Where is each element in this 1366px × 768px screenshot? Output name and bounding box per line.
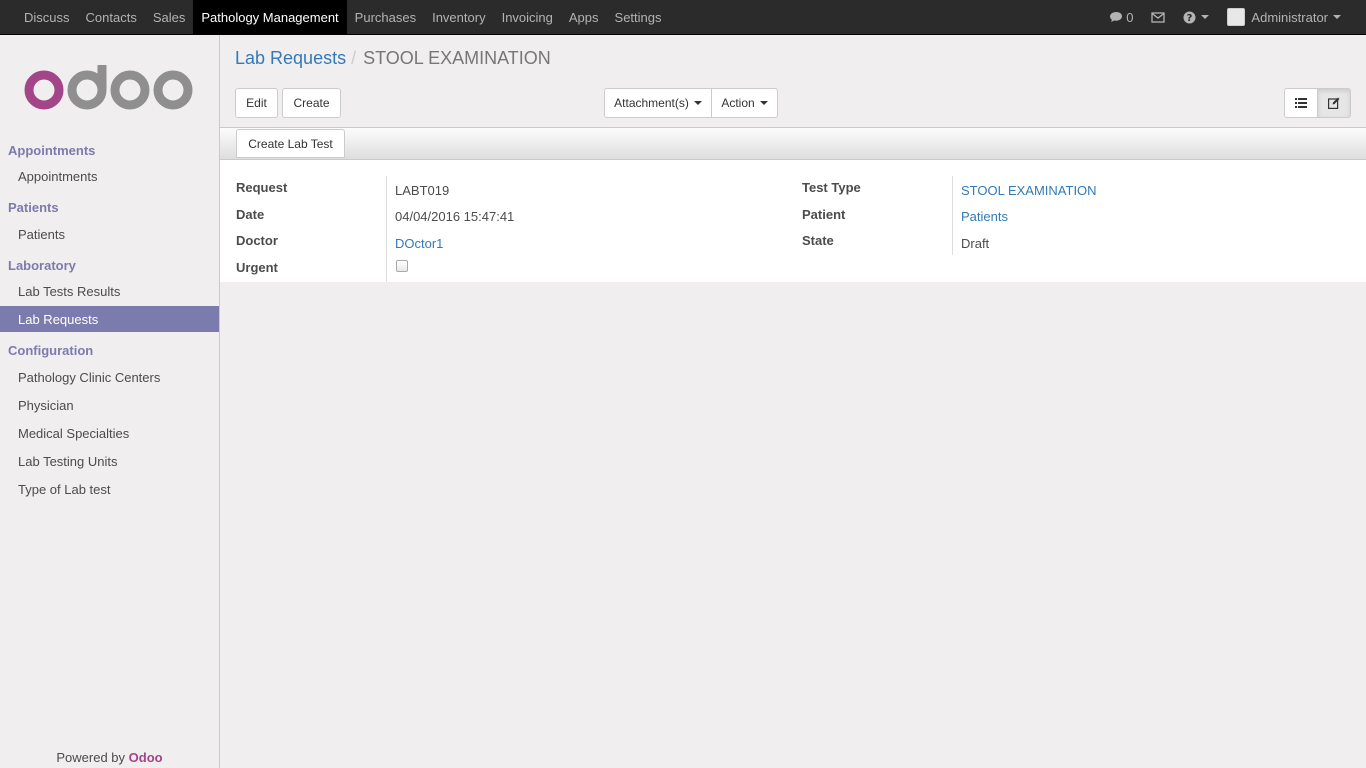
menu-discuss[interactable]: Discuss <box>16 0 78 34</box>
avatar <box>1227 8 1246 26</box>
create-lab-test-button[interactable]: Create Lab Test <box>236 129 345 158</box>
action-label: Action <box>721 96 755 110</box>
test-type-label: Test Type <box>802 180 861 195</box>
chevron-down-icon <box>759 101 768 105</box>
sidebar-item-lab-tests-results[interactable]: Lab Tests Results <box>0 278 219 304</box>
page-title: STOOL EXAMINATION <box>363 48 551 68</box>
doctor-link[interactable]: DOctor1 <box>395 236 443 251</box>
attachments-dropdown[interactable]: Attachment(s) <box>604 88 712 118</box>
menu-invoicing[interactable]: Invoicing <box>494 0 561 34</box>
help-button[interactable]: ? <box>1174 11 1218 24</box>
section-laboratory: Laboratory <box>8 258 76 273</box>
powered-by: Powered by Odoo <box>0 750 219 765</box>
sidebar-item-pathology-clinic-centers[interactable]: Pathology Clinic Centers <box>0 364 219 390</box>
chevron-down-icon <box>693 101 702 105</box>
section-appointments: Appointments <box>8 143 96 158</box>
edit-form-icon <box>1328 97 1340 109</box>
state-label: State <box>802 233 834 248</box>
chevron-down-icon <box>1333 15 1341 19</box>
left-group-divider <box>386 176 387 282</box>
action-dropdown[interactable]: Action <box>712 88 778 118</box>
menu-inventory[interactable]: Inventory <box>424 0 493 34</box>
chevron-down-icon <box>1201 15 1210 19</box>
breadcrumb-separator: / <box>351 48 357 68</box>
doctor-label: Doctor <box>236 233 278 248</box>
test-type-link[interactable]: STOOL EXAMINATION <box>961 183 1097 198</box>
list-icon <box>1295 98 1307 108</box>
breadcrumb-lab-requests[interactable]: Lab Requests <box>235 48 346 69</box>
menu-sales[interactable]: Sales <box>145 0 194 34</box>
app-menu: Discuss Contacts Sales Pathology Managem… <box>0 0 670 34</box>
chat-button[interactable]: 0 <box>1100 10 1142 25</box>
question-circle-icon: ? <box>1183 11 1196 24</box>
menu-purchases[interactable]: Purchases <box>347 0 424 34</box>
user-name: Administrator <box>1251 9 1328 25</box>
systray: 0 ? Administrator <box>1100 0 1366 34</box>
svg-text:?: ? <box>1187 13 1193 24</box>
form-view-button[interactable] <box>1318 88 1351 118</box>
sidebar: Appointments Appointments Patients Patie… <box>0 35 220 768</box>
form-statusbar <box>220 127 1366 160</box>
odoo-logo[interactable] <box>24 65 194 115</box>
user-menu[interactable]: Administrator <box>1218 8 1350 26</box>
right-group-divider <box>952 176 953 255</box>
edit-button[interactable]: Edit <box>235 88 278 118</box>
sidebar-item-medical-specialties[interactable]: Medical Specialties <box>0 420 219 446</box>
patient-label: Patient <box>802 207 846 222</box>
messages-button[interactable] <box>1142 11 1174 23</box>
date-value: 04/04/2016 15:47:41 <box>395 209 515 224</box>
patient-link[interactable]: Patients <box>961 209 1008 224</box>
menu-pathology-management[interactable]: Pathology Management <box>193 0 347 34</box>
view-switcher <box>1284 88 1351 118</box>
state-value: Draft <box>961 236 990 251</box>
menu-contacts[interactable]: Contacts <box>78 0 145 34</box>
request-label: Request <box>236 180 288 195</box>
chat-bubble-icon <box>1110 12 1123 22</box>
sidebar-item-type-of-lab-test[interactable]: Type of Lab test <box>0 476 219 502</box>
top-navbar: Discuss Contacts Sales Pathology Managem… <box>0 0 1366 35</box>
sidebar-item-lab-requests[interactable]: Lab Requests <box>0 306 219 332</box>
urgent-label: Urgent <box>236 260 278 275</box>
breadcrumb: Lab Requests / STOOL EXAMINATION <box>235 48 551 69</box>
menu-settings[interactable]: Settings <box>607 0 670 34</box>
attachments-label: Attachment(s) <box>614 96 689 110</box>
create-button[interactable]: Create <box>282 88 341 118</box>
menu-apps[interactable]: Apps <box>561 0 607 34</box>
request-value: LABT019 <box>395 183 450 198</box>
form-sheet <box>220 160 1366 282</box>
sidebar-actions: Attachment(s) Action <box>604 88 778 118</box>
sidebar-item-lab-testing-units[interactable]: Lab Testing Units <box>0 448 219 474</box>
urgent-checkbox[interactable] <box>396 260 408 272</box>
list-view-button[interactable] <box>1284 88 1318 118</box>
envelope-icon <box>1151 11 1166 23</box>
section-patients: Patients <box>8 200 59 215</box>
section-configuration: Configuration <box>8 343 94 358</box>
date-label: Date <box>236 207 265 222</box>
sidebar-item-patients[interactable]: Patients <box>0 221 219 247</box>
sidebar-item-appointments[interactable]: Appointments <box>0 163 219 189</box>
powered-by-text: Powered by <box>56 750 126 765</box>
sidebar-item-physician[interactable]: Physician <box>0 392 219 418</box>
powered-by-brand-link[interactable]: Odoo <box>129 750 163 765</box>
chat-count: 0 <box>1126 9 1134 25</box>
